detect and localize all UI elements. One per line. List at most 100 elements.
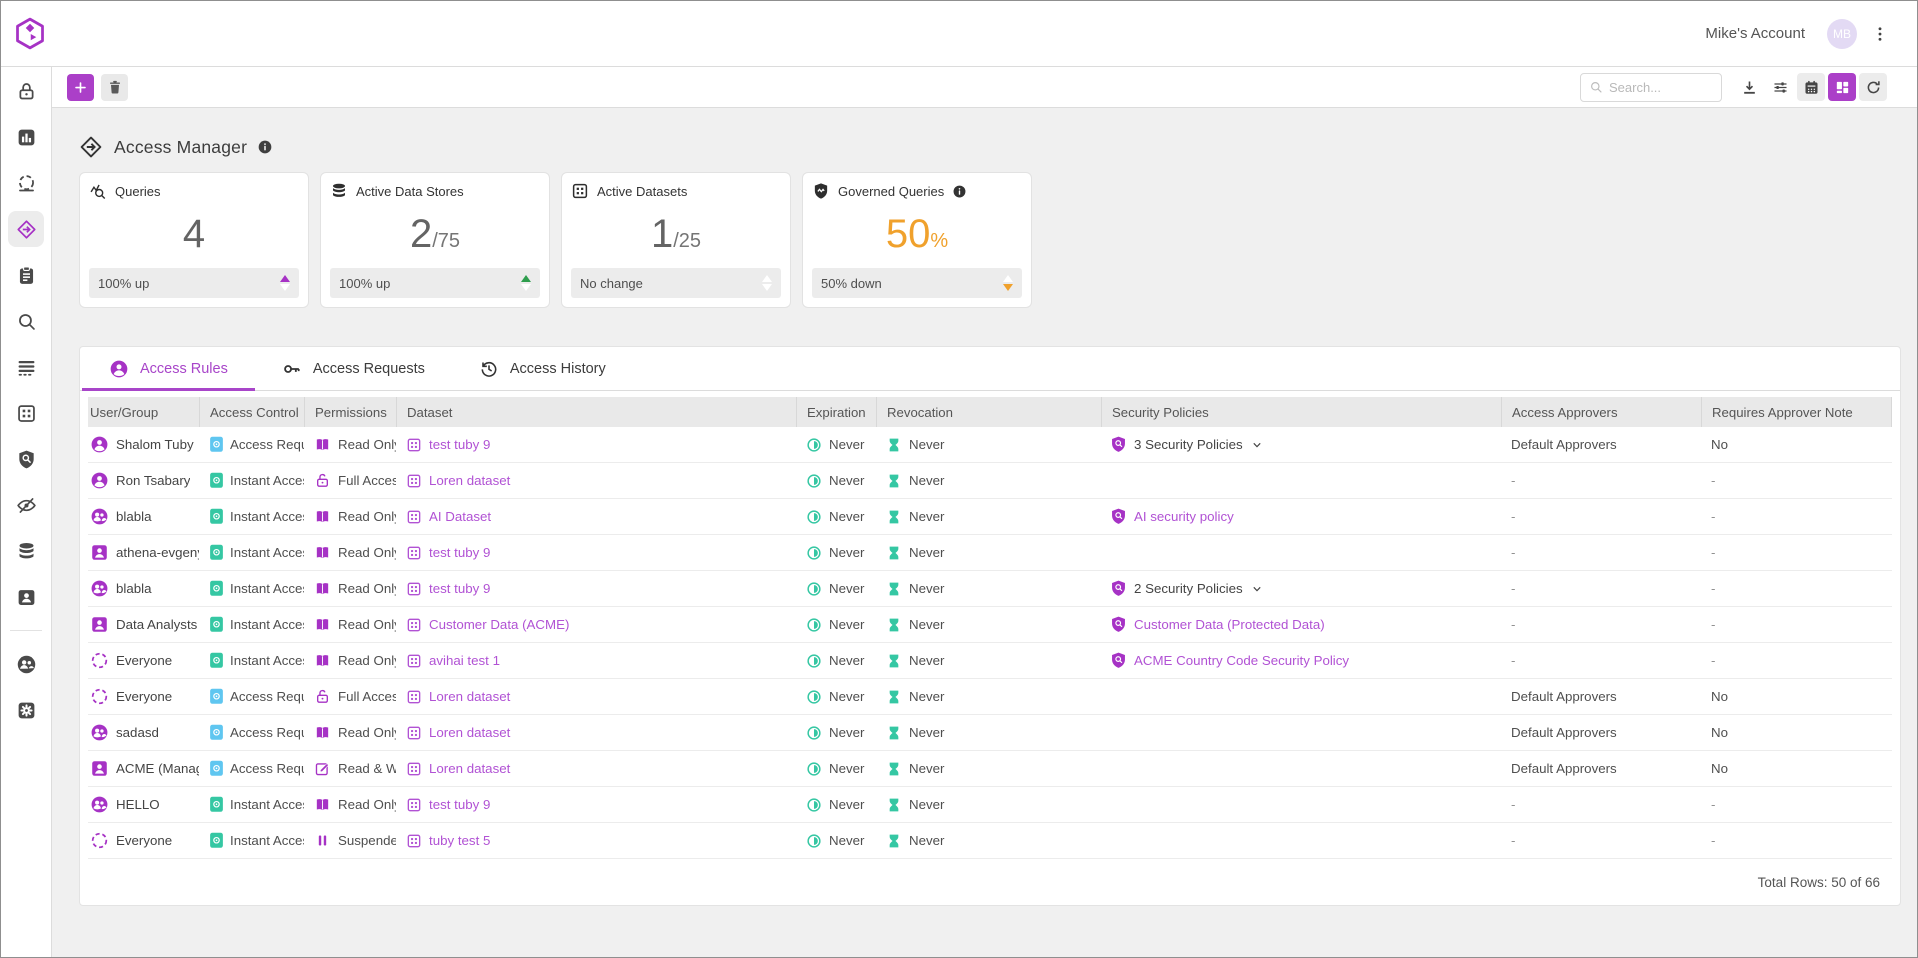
brand-logo-icon[interactable] xyxy=(15,17,45,50)
dataset-link[interactable]: Loren dataset xyxy=(429,725,510,740)
expiration-clock-icon xyxy=(806,689,822,705)
dataset-link[interactable]: AI Dataset xyxy=(429,509,491,524)
chevron-down-icon[interactable] xyxy=(1250,438,1264,452)
security-policy-link[interactable]: Customer Data (Protected Data) xyxy=(1134,617,1325,632)
expiration-clock-icon xyxy=(806,653,822,669)
table-row: Everyone Instant Access Read Only avihai… xyxy=(88,643,1892,679)
column-header[interactable]: Permissions xyxy=(304,397,396,427)
dataset-cell: Loren dataset xyxy=(396,689,796,705)
security-policies-dropdown[interactable]: 2 Security Policies xyxy=(1134,581,1243,596)
security-policies-dropdown[interactable]: 3 Security Policies xyxy=(1134,437,1243,452)
sidebar-item-grid[interactable] xyxy=(1,390,51,436)
info-icon[interactable] xyxy=(257,139,273,155)
sidebar-item-clipboard[interactable] xyxy=(1,252,51,298)
trash-icon xyxy=(107,79,123,95)
tab-access-requests[interactable]: Access Requests xyxy=(255,347,452,390)
sidebar-item-gear[interactable] xyxy=(1,687,51,733)
dataset-link[interactable]: Loren dataset xyxy=(429,689,510,704)
dashboard-grid-icon xyxy=(1834,79,1851,96)
search-box[interactable] xyxy=(1580,73,1722,102)
users-circle-icon xyxy=(90,795,109,814)
expiration-cell: Never xyxy=(796,761,876,777)
calendar-button[interactable] xyxy=(1797,73,1825,101)
sidebar-item-bar-chart[interactable] xyxy=(1,114,51,160)
lock-open-icon xyxy=(314,472,331,489)
delete-button[interactable] xyxy=(101,74,128,101)
clipboard-icon xyxy=(16,265,37,286)
chevron-down-icon[interactable] xyxy=(1250,582,1264,596)
search-input[interactable] xyxy=(1609,80,1713,95)
dataset-link[interactable]: test tuby 9 xyxy=(429,581,490,596)
refresh-button[interactable] xyxy=(1859,73,1887,101)
security-policy-link[interactable]: AI security policy xyxy=(1134,509,1234,524)
sidebar-item-search[interactable] xyxy=(1,298,51,344)
column-header[interactable]: Access Approvers xyxy=(1501,397,1701,427)
dataset-link[interactable]: avihai test 1 xyxy=(429,653,500,668)
dataset-grid-icon xyxy=(406,833,422,849)
tab-label: Access Rules xyxy=(140,361,228,377)
total-rows: Total Rows: 50 of 66 xyxy=(1758,875,1880,890)
tab-access-history[interactable]: Access History xyxy=(452,347,633,390)
add-button[interactable] xyxy=(67,74,94,101)
column-header[interactable]: Requires Approver Note xyxy=(1701,397,1892,427)
sidebar-item-scan[interactable] xyxy=(1,160,51,206)
access-control-cell: Instant Access xyxy=(199,472,304,489)
revocation-cell: Never xyxy=(876,509,1101,525)
dataset-link[interactable]: Loren dataset xyxy=(429,761,510,776)
avatar[interactable]: MB xyxy=(1827,19,1857,49)
sidebar-item-route[interactable] xyxy=(1,206,51,252)
dataset-link[interactable]: Customer Data (ACME) xyxy=(429,617,569,632)
filter-button[interactable] xyxy=(1766,73,1794,101)
sidebar-item-id-card[interactable] xyxy=(1,574,51,620)
access-approvers-cell: - xyxy=(1501,617,1701,632)
dataset-cell: Customer Data (ACME) xyxy=(396,617,796,633)
account-name[interactable]: Mike's Account xyxy=(1705,25,1805,42)
sidebar-item-rows[interactable] xyxy=(1,344,51,390)
info-icon[interactable] xyxy=(952,184,967,199)
dataset-link[interactable]: test tuby 9 xyxy=(429,797,490,812)
book-icon xyxy=(314,796,331,813)
dataset-link[interactable]: tuby test 5 xyxy=(429,833,490,848)
sidebar-item-eye-off[interactable] xyxy=(1,482,51,528)
sidebar-item-database[interactable] xyxy=(1,528,51,574)
sidebar-item-lock[interactable] xyxy=(1,68,51,114)
column-header[interactable]: Security Policies xyxy=(1101,397,1501,427)
sidebar-item-people[interactable] xyxy=(1,641,51,687)
access-control-cell: Instant Access xyxy=(199,652,304,669)
lock-open-icon xyxy=(314,688,331,705)
tab-access-rules[interactable]: Access Rules xyxy=(82,347,255,390)
access-control-badge-icon xyxy=(209,580,224,597)
column-header[interactable]: Revocation xyxy=(876,397,1101,427)
hourglass-icon xyxy=(886,689,902,705)
expiration-clock-icon xyxy=(806,725,822,741)
user-group-name: Shalom Tuby xyxy=(116,437,194,452)
dataset-link[interactable]: test tuby 9 xyxy=(429,437,490,452)
download-button[interactable] xyxy=(1735,73,1763,101)
expiration-cell: Never xyxy=(796,509,876,525)
access-approvers-cell: - xyxy=(1501,545,1701,560)
access-control-cell: Access Request xyxy=(199,724,304,741)
table-row: athena-evgeny Instant Access Read Only t… xyxy=(88,535,1892,571)
query-chart-icon xyxy=(89,182,107,200)
book-icon xyxy=(314,580,331,597)
column-header[interactable]: Expiration xyxy=(796,397,876,427)
table-row: Shalom Tuby Access Request Read Only tes… xyxy=(88,427,1892,463)
kebab-menu-icon[interactable] xyxy=(1871,25,1889,43)
dataset-grid-icon xyxy=(406,725,422,741)
expiration-clock-icon xyxy=(806,833,822,849)
table-row: ACME (Managers) Access Request Read & Wr… xyxy=(88,751,1892,787)
security-policy-link[interactable]: ACME Country Code Security Policy xyxy=(1134,653,1349,668)
dataset-link[interactable]: test tuby 9 xyxy=(429,545,490,560)
security-policy-shield-icon xyxy=(1111,508,1126,525)
hourglass-icon xyxy=(886,725,902,741)
everyone-icon xyxy=(90,687,109,706)
dataset-link[interactable]: Loren dataset xyxy=(429,473,510,488)
column-header[interactable]: Access Control xyxy=(199,397,304,427)
view-grid-button[interactable] xyxy=(1828,73,1856,101)
access-control-badge-icon xyxy=(209,508,224,525)
column-header[interactable]: Dataset xyxy=(396,397,796,427)
sidebar-item-shield-search[interactable] xyxy=(1,436,51,482)
tab-label: Access History xyxy=(510,361,606,377)
table-row: Data Analysts Group Instant Access Read … xyxy=(88,607,1892,643)
column-header[interactable]: User/Group xyxy=(88,397,199,427)
